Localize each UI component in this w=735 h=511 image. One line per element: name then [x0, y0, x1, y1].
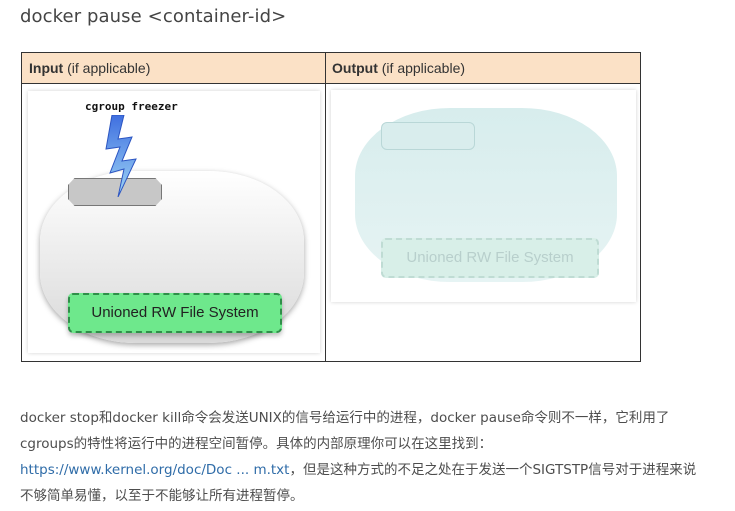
- input-header-note: (if applicable): [63, 60, 151, 76]
- output-cell: Unioned RW File System: [326, 83, 640, 361]
- paused-rw-fs-box: Unioned RW File System: [381, 238, 599, 278]
- output-diagram: Unioned RW File System: [331, 90, 636, 302]
- paragraph-line-4: 不够简单易懂，以至于不能够让所有进程暂停。: [20, 488, 304, 504]
- paragraph-line-3: https://www.kernel.org/doc/Doc ... m.txt…: [20, 457, 720, 483]
- unioned-rw-fs-box: Unioned RW File System: [68, 293, 282, 333]
- paused-process-chip: [381, 122, 475, 150]
- lightning-bolt-icon: [105, 115, 137, 197]
- section-heading: docker pause <container-id>: [20, 6, 287, 27]
- table-header-row: Input (if applicable) Output (if applica…: [22, 53, 640, 84]
- paragraph-line-2: cgroups的特性将运行中的进程空间暂停。具体的内部原理你可以在这里找到：: [20, 436, 493, 452]
- input-cell: cgroup freezer Unioned RW File System: [22, 83, 325, 361]
- description-paragraph: docker stop和docker kill命令会发送UNIX的信号给运行中的…: [20, 405, 720, 509]
- input-output-table: Input (if applicable) Output (if applica…: [21, 52, 641, 362]
- output-header-note: (if applicable): [377, 60, 466, 76]
- input-diagram: cgroup freezer Unioned RW File System: [28, 91, 320, 353]
- output-column-header: Output (if applicable): [325, 53, 642, 83]
- input-column-header: Input (if applicable): [22, 53, 324, 83]
- cgroup-freezer-label: cgroup freezer: [85, 100, 178, 113]
- output-header-bold: Output: [332, 60, 378, 76]
- paragraph-line-3-rest: ，但是这种方式的不足之处在于发送一个SIGTSTP信号对于进程来说: [289, 462, 697, 478]
- input-header-bold: Input: [29, 60, 64, 76]
- kernel-doc-link[interactable]: https://www.kernel.org/doc/Doc ... m.txt: [20, 462, 289, 478]
- paragraph-line-1: docker stop和docker kill命令会发送UNIX的信号给运行中的…: [20, 410, 670, 426]
